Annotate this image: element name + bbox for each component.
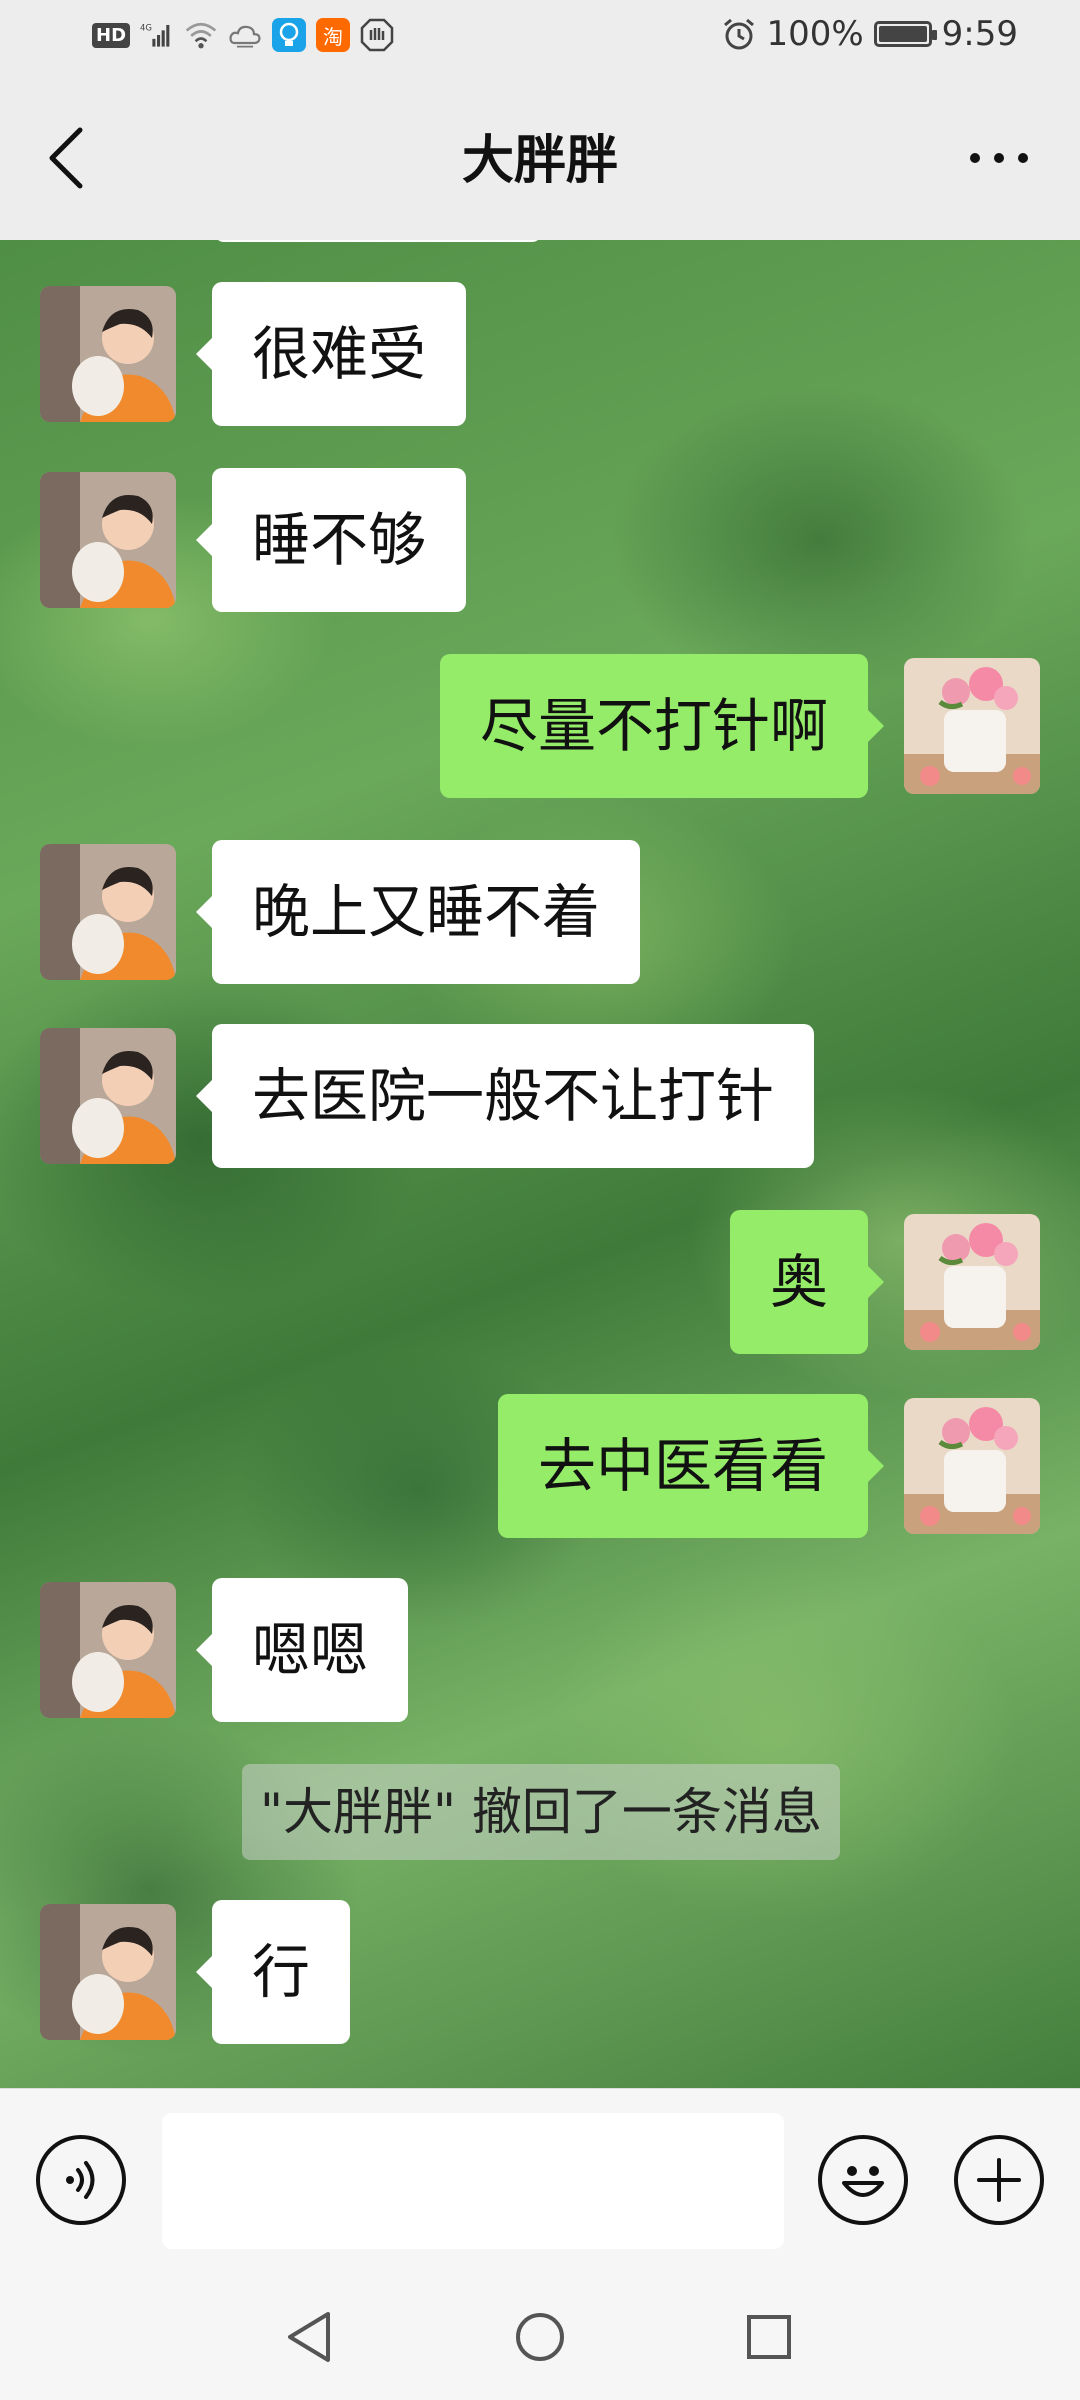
back-triangle-icon bbox=[288, 2312, 330, 2362]
hd-icon: HD bbox=[92, 22, 131, 48]
wifi-icon bbox=[184, 18, 218, 52]
alarm-clock-icon bbox=[722, 17, 756, 51]
smile-emoji-icon bbox=[842, 2166, 884, 2197]
taobao-app-icon: 淘 bbox=[316, 18, 351, 52]
message-row-outgoing: 尽量不打针啊 bbox=[439, 654, 1040, 798]
message-bubble-incoming[interactable]: 行 bbox=[195, 1900, 351, 2044]
message-row-incoming: 很难受 bbox=[40, 282, 467, 426]
message-row-incoming: 去医院一般不让打针 bbox=[40, 1024, 815, 1168]
signal-4g-icon: 4G bbox=[140, 18, 174, 52]
message-bubble-incoming[interactable]: 睡不够 bbox=[195, 468, 467, 612]
more-options-button[interactable] bbox=[954, 118, 1044, 198]
status-icons-left: HD 4G 淘 bbox=[92, 18, 394, 52]
clock-time: 9:59 bbox=[941, 14, 1018, 54]
battery-percent: 100% bbox=[766, 14, 864, 54]
my-avatar[interactable] bbox=[904, 1398, 1040, 1534]
chat-message-list[interactable]: 很难受 睡不够 尽量不打针啊 晚上又睡不着 去医院一般不让打针 奥 去中医看看 … bbox=[0, 240, 1080, 2088]
status-icons-right: 100% 9:59 bbox=[722, 14, 1018, 54]
message-row-incoming: 晚上又睡不着 bbox=[40, 840, 641, 984]
partial-message-bubble bbox=[214, 240, 542, 242]
my-avatar[interactable] bbox=[904, 1214, 1040, 1350]
message-input-bar bbox=[0, 2088, 1080, 2273]
contact-avatar[interactable] bbox=[40, 1582, 176, 1718]
message-row-incoming: 行 bbox=[40, 1900, 351, 2044]
more-dots-icon bbox=[970, 153, 1028, 163]
voice-icon bbox=[66, 2161, 95, 2199]
message-bubble-incoming[interactable]: 很难受 bbox=[195, 282, 467, 426]
message-row-incoming: 嗯嗯 bbox=[40, 1578, 409, 1722]
contact-avatar[interactable] bbox=[40, 1904, 176, 2040]
emoji-button[interactable] bbox=[818, 2135, 908, 2225]
lightbulb-app-icon bbox=[272, 18, 307, 52]
nav-recents-button[interactable] bbox=[734, 2302, 804, 2372]
message-bubble-outgoing[interactable]: 尽量不打针啊 bbox=[439, 654, 885, 798]
recents-square-icon bbox=[747, 2315, 791, 2359]
message-row-incoming: 睡不够 bbox=[40, 468, 467, 612]
battery-icon bbox=[873, 21, 937, 47]
message-bubble-incoming[interactable]: 嗯嗯 bbox=[195, 1578, 409, 1722]
message-bubble-outgoing[interactable]: 去中医看看 bbox=[497, 1394, 885, 1538]
nav-back-button[interactable] bbox=[274, 2302, 344, 2372]
nav-home-button[interactable] bbox=[505, 2302, 575, 2372]
status-bar: HD 4G 淘 100% 9:59 bbox=[0, 0, 1080, 78]
chat-header: 大胖胖 bbox=[0, 78, 1080, 240]
message-row-outgoing: 去中医看看 bbox=[497, 1394, 1040, 1538]
my-avatar[interactable] bbox=[904, 658, 1040, 794]
network-type-label: 4G bbox=[140, 23, 152, 33]
contact-avatar[interactable] bbox=[40, 1028, 176, 1164]
contact-avatar[interactable] bbox=[40, 472, 176, 608]
system-navigation-bar bbox=[0, 2272, 1080, 2400]
contact-avatar[interactable] bbox=[40, 844, 176, 980]
voice-toggle-button[interactable] bbox=[36, 2135, 126, 2225]
recall-notice: "大胖胖" 撤回了一条消息 bbox=[242, 1764, 840, 1860]
more-functions-button[interactable] bbox=[954, 2135, 1044, 2225]
chat-title: 大胖胖 bbox=[461, 131, 618, 191]
message-row-outgoing: 奥 bbox=[729, 1210, 1040, 1354]
plus-icon bbox=[977, 2158, 1021, 2202]
home-circle-icon bbox=[516, 2313, 564, 2361]
cloud-icon bbox=[228, 18, 262, 52]
message-bubble-incoming[interactable]: 去医院一般不让打针 bbox=[195, 1024, 815, 1168]
message-bubble-incoming[interactable]: 晚上又睡不着 bbox=[195, 840, 641, 984]
shield-app-icon bbox=[360, 18, 394, 52]
message-text-input[interactable] bbox=[162, 2113, 784, 2249]
contact-avatar[interactable] bbox=[40, 286, 176, 422]
message-bubble-outgoing[interactable]: 奥 bbox=[729, 1210, 885, 1354]
